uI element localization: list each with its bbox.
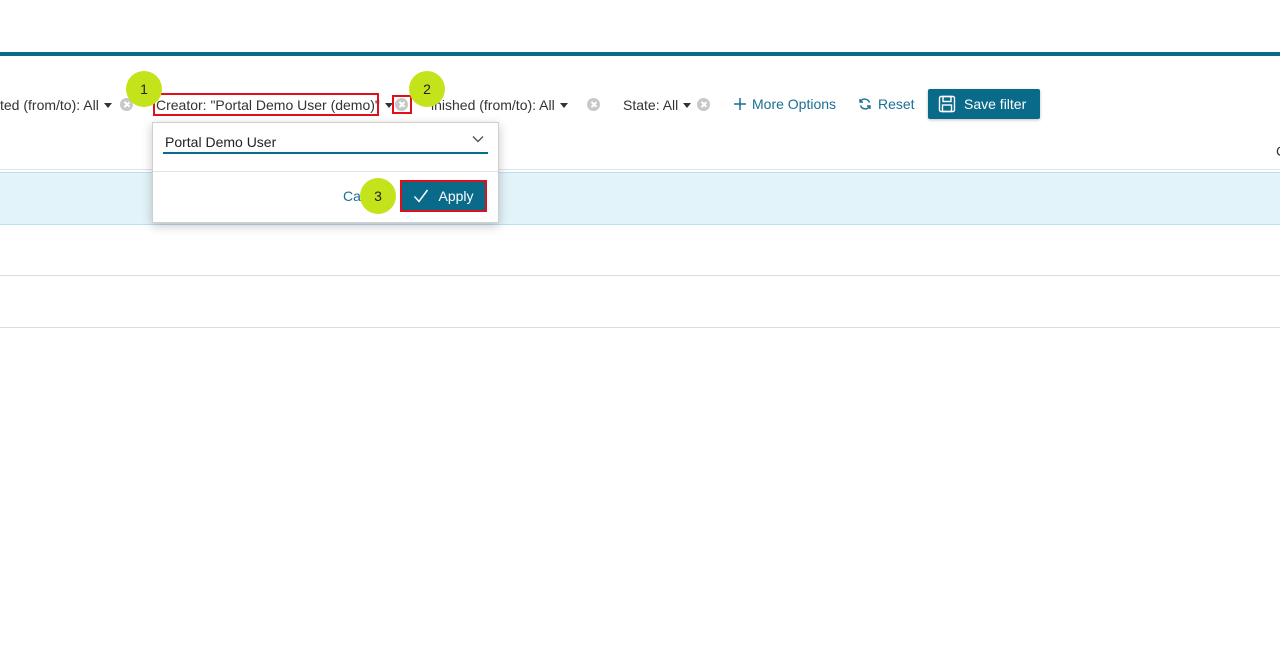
filter-created-label: ted (from/to): All bbox=[0, 97, 99, 113]
clear-circle-icon[interactable] bbox=[587, 98, 600, 111]
popover-divider bbox=[153, 171, 498, 172]
step-marker-2: 2 bbox=[409, 71, 445, 107]
table-row[interactable] bbox=[0, 327, 1280, 328]
filter-created[interactable]: ted (from/to): All bbox=[0, 96, 112, 114]
check-icon bbox=[414, 189, 429, 203]
cancel-button[interactable]: Ca bbox=[343, 188, 361, 204]
chevron-down-icon bbox=[472, 136, 484, 143]
more-options-button[interactable]: More Options bbox=[733, 96, 836, 112]
apply-button[interactable]: Apply bbox=[400, 180, 487, 212]
column-header-partial: C bbox=[1276, 143, 1280, 159]
creator-select[interactable]: Portal Demo User bbox=[163, 132, 488, 154]
step-marker-3: 3 bbox=[360, 178, 396, 214]
reset-label: Reset bbox=[878, 96, 915, 112]
more-options-label: More Options bbox=[752, 96, 837, 112]
plus-icon bbox=[734, 98, 746, 110]
highlight-creator-filter bbox=[153, 93, 379, 116]
caret-down-icon bbox=[103, 102, 112, 108]
apply-label: Apply bbox=[438, 188, 474, 204]
clear-circle-icon[interactable] bbox=[697, 98, 710, 111]
floppy-disk-icon bbox=[938, 95, 956, 113]
creator-filter-popover: Portal Demo User Ca Apply bbox=[152, 122, 499, 223]
highlight-clear-creator bbox=[392, 95, 412, 114]
caret-down-icon bbox=[559, 102, 568, 108]
save-filter-button[interactable]: Save filter bbox=[928, 89, 1040, 119]
filter-state[interactable]: State: All bbox=[623, 96, 692, 114]
reset-button[interactable]: Reset bbox=[858, 96, 915, 112]
creator-select-value: Portal Demo User bbox=[165, 134, 277, 150]
filter-finished-label: inished (from/to): All bbox=[431, 97, 555, 113]
caret-down-icon bbox=[683, 102, 692, 108]
filter-state-label: State: All bbox=[623, 97, 679, 113]
step-marker-1: 1 bbox=[126, 71, 162, 107]
refresh-icon bbox=[859, 98, 871, 110]
header-accent-bar bbox=[0, 52, 1280, 56]
filter-finished[interactable]: inished (from/to): All bbox=[431, 96, 568, 114]
table-row[interactable] bbox=[0, 275, 1280, 276]
save-filter-label: Save filter bbox=[964, 96, 1027, 112]
